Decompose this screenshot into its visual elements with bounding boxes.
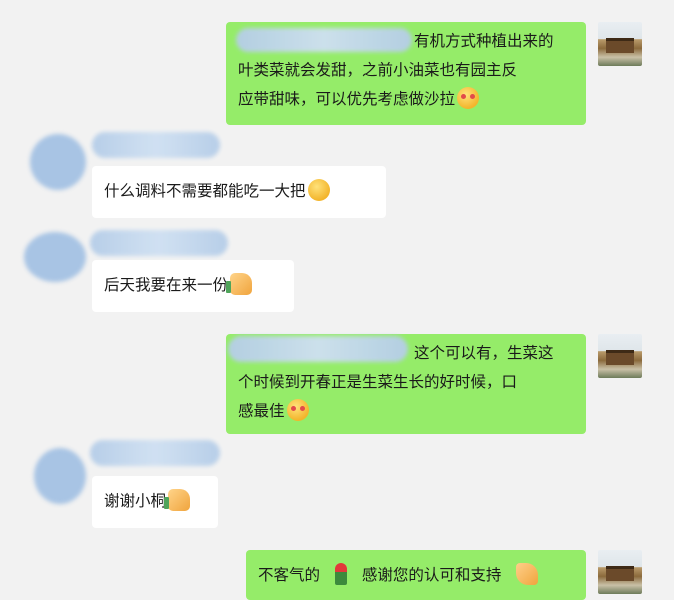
peer-message-bubble[interactable]: 后天我要在来一份: [92, 260, 294, 312]
my-message-bubble[interactable]: 不客气的 感谢您的认可和支持: [246, 550, 586, 600]
redacted-mention: [236, 28, 412, 52]
message-text-line: 后天我要在来一份: [104, 265, 284, 305]
chat-window: { "messages": [ { "side": "right", "line…: [0, 0, 674, 600]
redacted-sender-name: [90, 440, 220, 466]
heart-eyes-face-icon: [286, 399, 309, 421]
peer-avatar[interactable]: [30, 134, 86, 190]
peer-message-bubble[interactable]: 什么调料不需要都能吃一大把: [92, 166, 386, 218]
peer-message-bubble[interactable]: 谢谢小桐: [92, 476, 218, 528]
message-text-line: 不客气的 感谢您的认可和支持: [258, 555, 576, 595]
peer-avatar[interactable]: [24, 232, 86, 282]
my-avatar[interactable]: [598, 334, 642, 378]
rose-icon: [334, 563, 347, 585]
thumbs-up-icon: [164, 489, 191, 511]
hand-icon: [516, 563, 539, 585]
message-text-line: 谢谢小桐: [104, 481, 208, 521]
redacted-sender-name: [90, 230, 228, 256]
peer-avatar[interactable]: [34, 448, 86, 504]
message-text-line: 感最佳: [238, 397, 576, 426]
my-avatar[interactable]: [598, 22, 642, 66]
my-avatar[interactable]: [598, 550, 642, 594]
redacted-sender-name: [92, 132, 220, 158]
thinking-face-icon: [457, 87, 480, 109]
message-text-line: 叶类菜就会发甜，之前小油菜也有园主反: [238, 61, 518, 79]
message-text-line: 个时候到开春正是生菜生长的好时候，口: [238, 373, 518, 391]
thumbs-up-icon: [226, 273, 253, 295]
message-text-line: 应带甜味，可以优先考虑做沙拉: [238, 85, 576, 114]
redacted-mention: [228, 336, 408, 362]
rolling-laughing-face-icon: [307, 179, 330, 201]
message-text-line: 什么调料不需要都能吃一大把: [104, 171, 376, 211]
